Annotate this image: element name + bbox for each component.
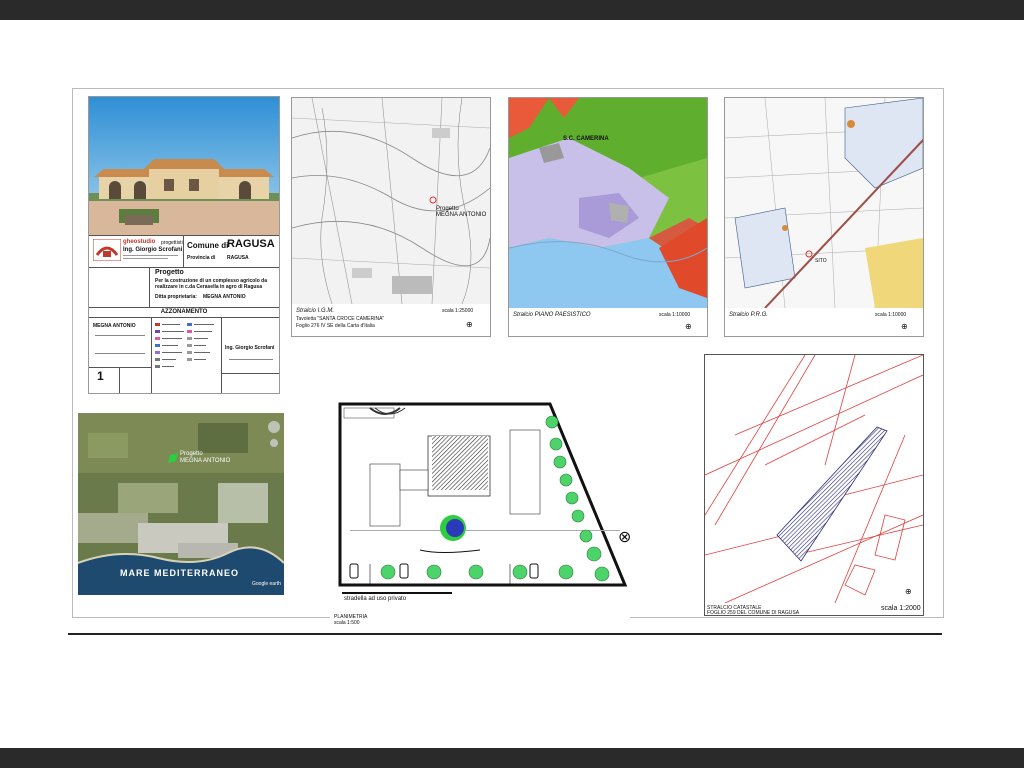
catastale-panel: STRALCIO CATASTALE FOGLIO 259 DEL COMUNE… [704,354,924,616]
catastale-map [705,355,923,603]
prg-scale: scala 1:10000 [875,312,907,318]
ditta-label: Ditta proprietaria: [155,294,197,300]
igm-sub-1: Tavoletta "SANTA CROCE CAMERINA" [296,316,385,322]
road-label: stradella ad uso privato [344,596,407,602]
tavola-number: 1 [97,369,104,383]
section-title: AZZONAMENTO [160,309,208,315]
comune-label: Comune di [187,241,229,250]
prg-map-panel: SITO Stralcio P.R.G. scala 1:10000 ⊕ [724,97,924,337]
progetto-line-2: realizzare in c.da Cerasella in agro di … [155,284,262,290]
prg-site-label: SITO [815,258,827,264]
north-arrow-icon: ⊕ [901,322,908,331]
catastale-scale: scala 1:2000 [881,605,921,612]
igm-caption: Stralcio I.G.M. [296,308,335,314]
paesistico-caption: Stralcio PIANO PAESISTICO [513,312,591,318]
provincia-name: RAGUSA [227,255,249,261]
aerial-photo-panel: Progetto MEGNA ANTONIO MARE MEDITERRANEO… [78,413,284,595]
igm-sub-2: Foglio 276 IV SE della Carta d'Italia [296,323,375,329]
firm-name: gheostudio [123,239,156,245]
north-arrow-icon: ⊕ [905,587,912,596]
planimetria-drawing [338,402,628,594]
comune-name: RAGUSA [227,238,275,250]
google-earth-brand: Google earth [252,581,281,587]
sheet-bottom-rule [68,633,942,635]
title-block-panel: gheostudio progettisti Ing. Giorgio Scro… [88,96,280,394]
paesistico-scale: scala 1:10000 [659,312,691,318]
igm-scale: scala 1:25000 [442,308,474,314]
top-letterbox-bar [0,0,1024,20]
provincia-label: Provincia di [187,255,216,261]
firm-engineer: Ing. Giorgio Scrofani [123,247,183,253]
planimetria-scale: scala 1:500 [334,620,360,626]
paesistico-place: S.C. CAMERINA [563,136,609,142]
prg-caption: Stralcio P.R.G. [729,312,768,318]
planimetria-panel: stradella ad uso privato PLANIMETRIA sca… [330,380,630,626]
north-arrow-icon: ⊕ [685,322,692,331]
render-illustration [89,97,279,235]
igm-project-label-2: MEGNA ANTONIO [436,212,487,218]
sea-label: MARE MEDITERRANEO [120,568,240,578]
bottom-letterbox-bar [0,748,1024,768]
paesistico-map [509,98,707,308]
aerial-label-1: Progetto [180,451,203,457]
igm-topographic-map [292,98,490,304]
north-arrow-icon: ⊗ [618,529,632,546]
catastale-caption-2: FOGLIO 259 DEL COMUNE DI RAGUSA [707,610,800,616]
igm-map-panel: Progetto MEGNA ANTONIO Stralcio I.G.M. T… [291,97,491,337]
engineer-signature: Ing. Giorgio Scrofani [225,345,275,351]
aerial-label-2: MEGNA ANTONIO [180,458,231,464]
firm-logo [93,239,121,261]
prg-map [725,98,923,308]
legend-swatches [155,323,214,368]
north-arrow-icon: ⊕ [466,320,473,329]
paesistico-map-panel: S.C. CAMERINA Stralcio PIANO PAESISTICO … [508,97,708,337]
owner-signature: MEGNA ANTONIO [93,323,136,329]
progetto-label: Progetto [155,269,184,276]
ditta-name: MEGNA ANTONIO [203,294,246,300]
firm-role: progettisti [161,240,183,246]
